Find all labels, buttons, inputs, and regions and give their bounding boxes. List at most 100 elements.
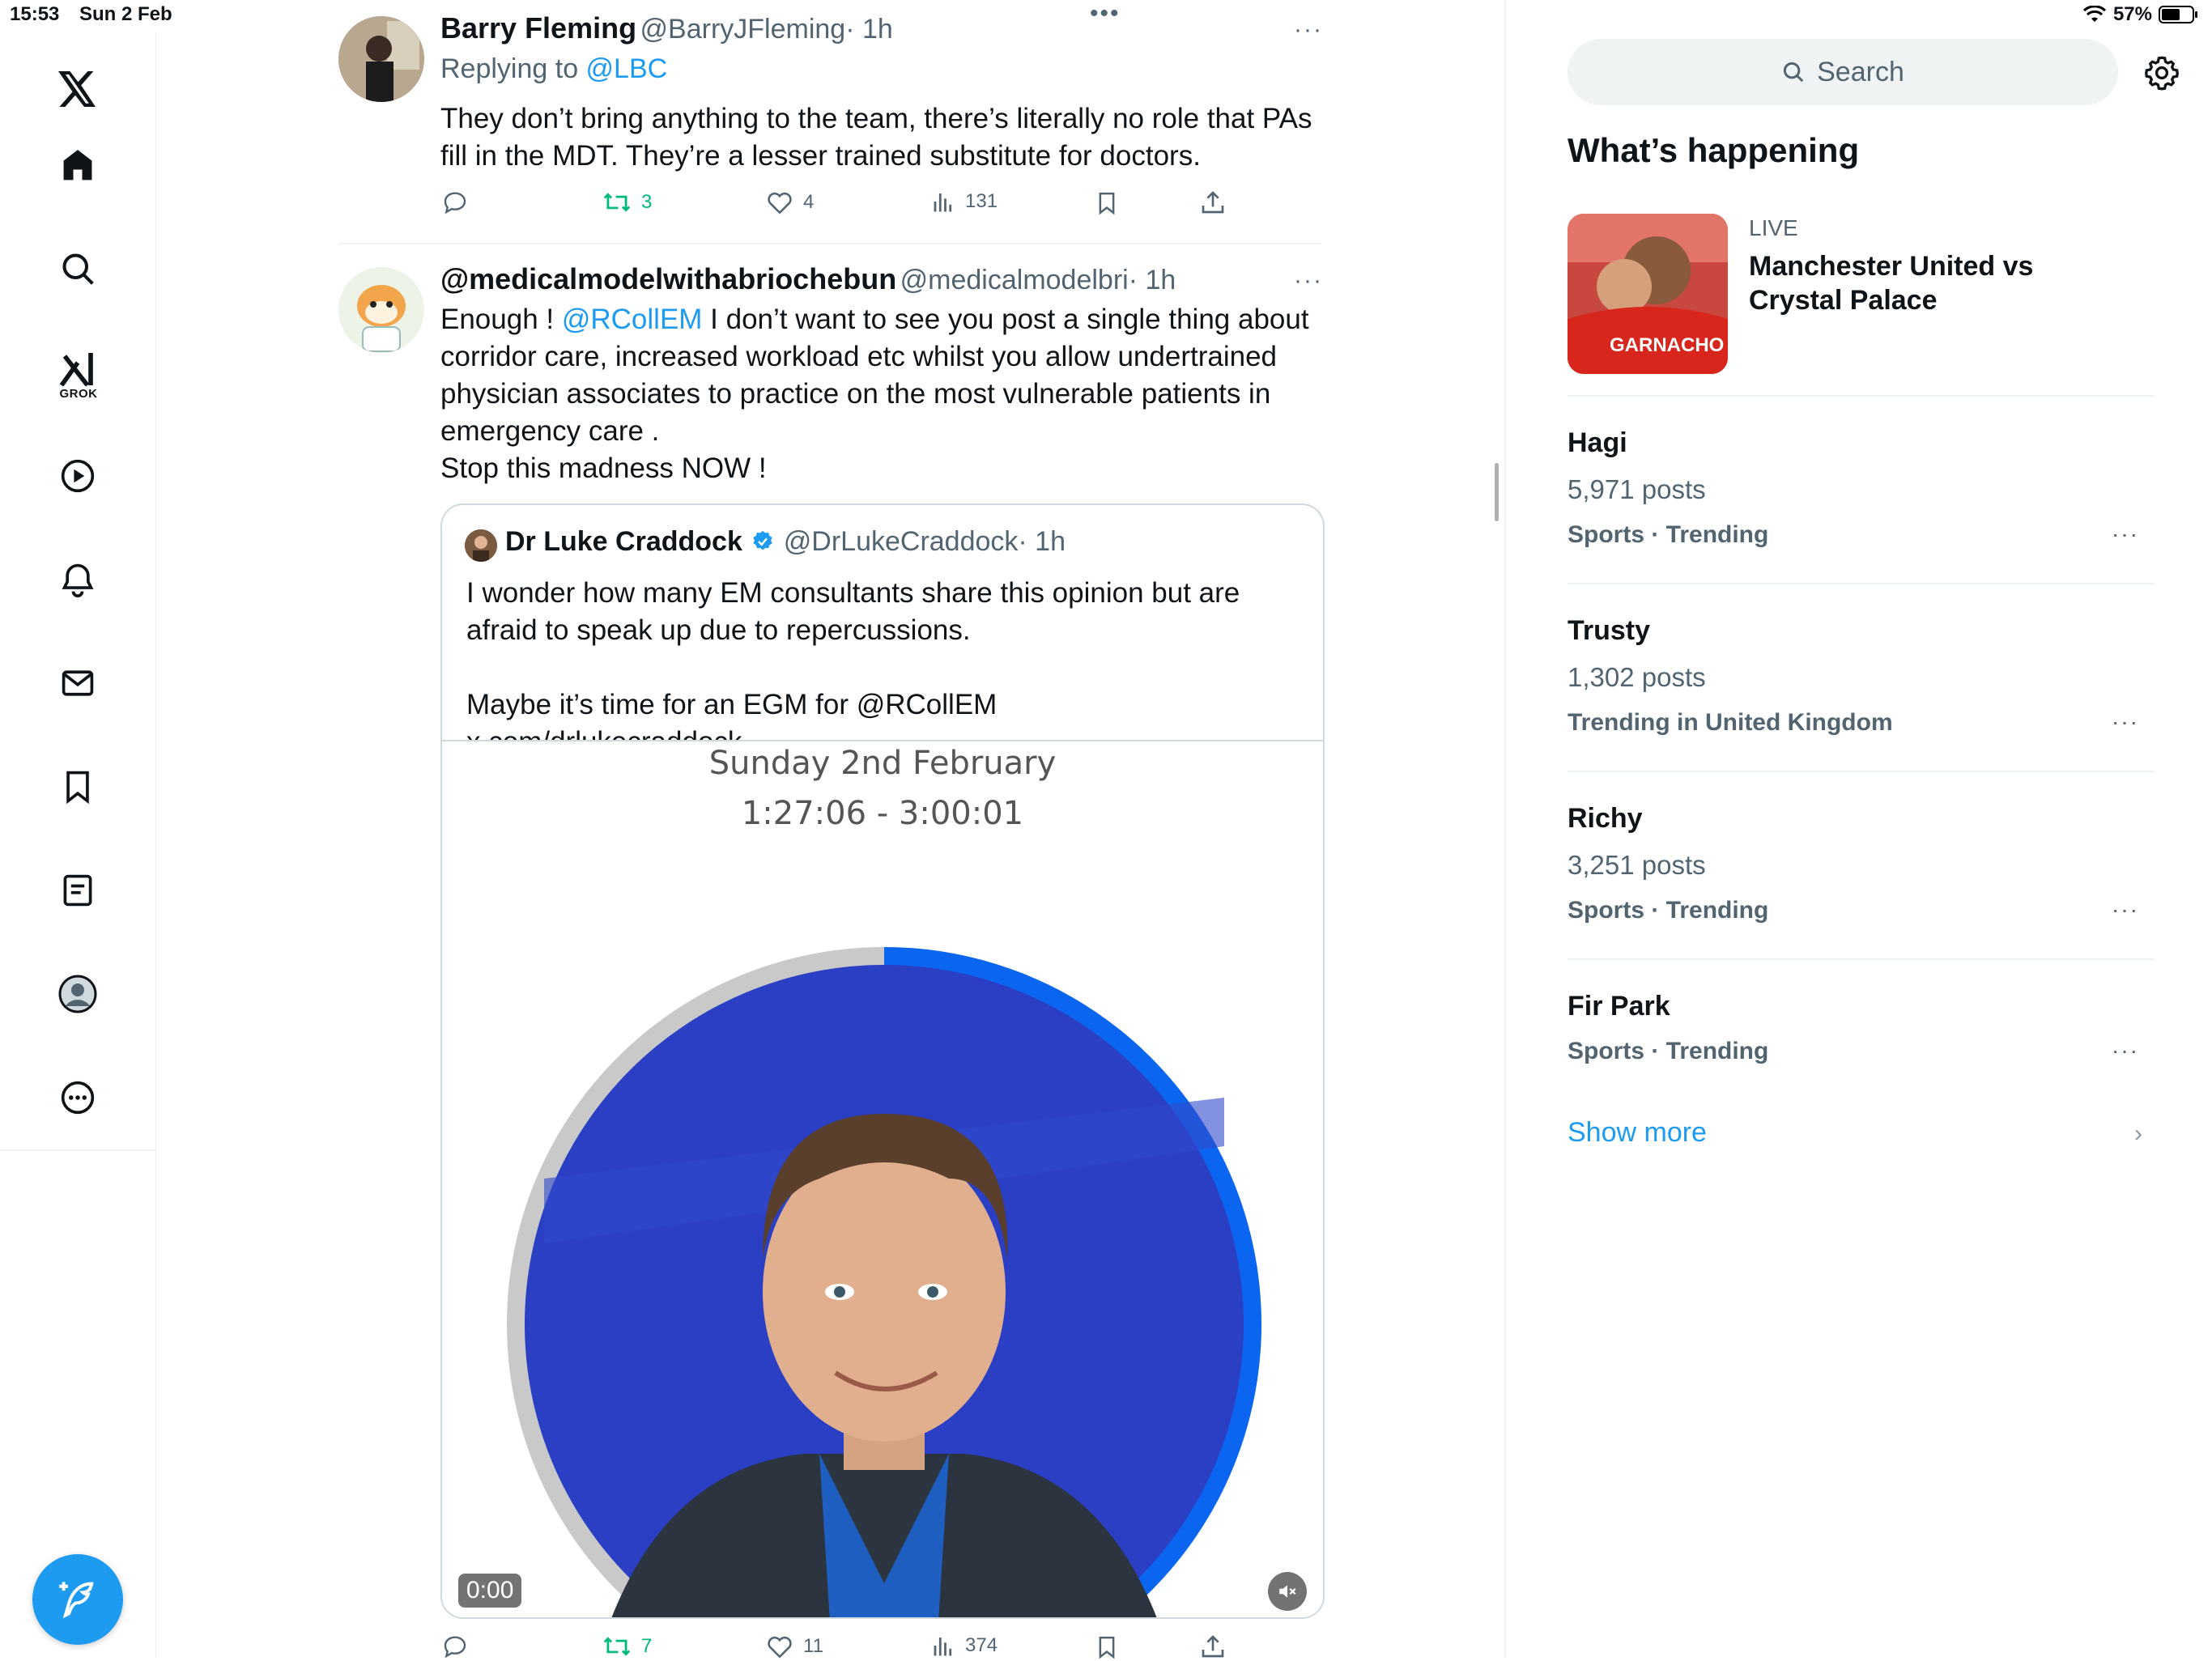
share-button[interactable] [1200,1633,1226,1659]
tweet-author-name[interactable]: @medicalmodelwithabriochebun [440,262,896,295]
live-event-image[interactable]: GARNACHO [1568,214,1728,374]
tweet-author-handle[interactable]: @BarryJFleming [640,14,846,45]
quote-text-paragraph-1: I wonder how many EM consultants share t… [466,577,1240,646]
messages-envelope-icon[interactable] [58,664,97,703]
trend-divider [1568,771,2154,772]
home-icon[interactable] [58,146,97,185]
trend-more-icon[interactable]: ··· [2112,709,2139,735]
left-nav: GROK [0,32,156,1658]
quote-header: Dr Luke Craddock @DrLukeCraddock· 1h [505,526,1066,558]
views-count: 374 [965,1634,998,1656]
tweet-more-icon[interactable]: ··· [1294,267,1323,295]
replying-to: Replying to @LBC [440,53,667,85]
views-count: 131 [965,190,998,212]
chevron-right-icon: › [2134,1120,2142,1147]
tweet-avatar[interactable] [338,16,424,102]
trend-name: Trusty [1568,615,1651,646]
trend-category: Sports · Trending [1568,1038,1769,1064]
gear-icon [2145,56,2179,91]
trend-divider [1568,583,2154,584]
quote-author-handle: @DrLukeCraddock [783,526,1019,557]
tweet-header: Barry Fleming @BarryJFleming· 1h [440,11,893,45]
bookmark-button[interactable] [1095,1633,1119,1661]
mute-button[interactable] [1268,1572,1307,1611]
retweet-button[interactable]: 7 [602,1633,652,1659]
search-icon[interactable] [58,249,97,288]
trend-name: Hagi [1568,427,1627,458]
quoted-tweet[interactable]: Dr Luke Craddock @DrLukeCraddock· 1h I w… [440,503,1325,1619]
tweet-divider [338,243,1321,244]
tweet-text: Enough ! @RCollEM I don’t want to see yo… [440,301,1323,487]
tweet-author-name[interactable]: Barry Fleming [440,11,636,45]
whats-happening-title: What’s happening [1568,131,1860,169]
reply-icon [444,192,466,215]
tweet-avatar[interactable] [338,267,424,353]
tweet-time: · 1h [845,14,893,45]
bookmark-icon [1099,192,1115,215]
compose-post-button[interactable] [32,1554,123,1645]
bookmarks-icon[interactable] [58,767,97,806]
notifications-bell-icon[interactable] [58,560,97,599]
share-button[interactable] [1200,189,1226,215]
quote-time: · 1h [1018,526,1066,557]
replying-to-mention[interactable]: @LBC [586,53,668,84]
trend-name: Fir Park [1568,991,1670,1022]
tweet-time: · 1h [1128,265,1176,295]
retweet-count: 3 [641,191,653,213]
like-button[interactable]: 4 [766,189,814,215]
tweet-text: They don’t bring anything to the team, t… [440,103,1312,172]
views-chart-icon [934,193,952,212]
trend-divider [1568,958,2154,960]
video-thumbnail [507,947,1261,1617]
retweet-button[interactable]: 3 [602,189,652,215]
quote-author-name: Dr Luke Craddock [505,526,742,557]
tweet-mention[interactable]: @RCollEM [562,304,703,335]
trend-category: Sports · Trending [1568,897,1769,924]
video-date-label: Sunday 2nd February [708,745,1057,782]
more-options-icon[interactable] [58,1078,97,1117]
search-box[interactable]: Search [1568,39,2118,105]
status-right: 57% [2082,3,2199,26]
replying-to-label: Replying to [440,53,586,84]
search-placeholder: Search [1817,56,1904,87]
reply-button[interactable] [442,1633,468,1659]
video-player[interactable]: Sunday 2nd February 1:27:06 - 3:00:01 0:… [442,740,1323,1617]
trend-category: Sports · Trending [1568,521,1769,548]
views-button[interactable]: 374 [931,1633,998,1658]
scrollbar[interactable] [1495,463,1499,521]
heart-icon [768,1636,792,1659]
tweet-more-icon[interactable]: ··· [1294,16,1323,44]
share-icon [1202,191,1224,214]
trend-more-icon[interactable]: ··· [2112,1038,2139,1064]
tweet-author-handle[interactable]: @medicalmodelbri [900,265,1129,295]
show-more-link[interactable]: Show more [1568,1117,1707,1149]
grok-icon[interactable] [58,348,97,387]
wifi-icon [2082,6,2106,22]
views-button[interactable]: 131 [931,189,998,214]
x-logo-icon[interactable] [58,70,97,108]
reply-icon [444,1636,466,1659]
tweet-text-intro: Enough ! [440,304,562,335]
trend-more-icon[interactable]: ··· [2112,897,2139,923]
trend-count: 5,971 posts [1568,474,1706,504]
profile-avatar-icon[interactable] [58,975,97,1013]
trend-count: 1,302 posts [1568,662,1706,692]
like-count: 11 [803,1635,823,1657]
retweet-icon [603,1637,631,1656]
heart-icon [768,192,792,215]
video-play-icon[interactable] [58,457,97,495]
bookmark-button[interactable] [1095,189,1119,217]
live-label: LIVE [1749,215,1798,240]
lists-icon[interactable] [58,871,97,910]
tweet-text-line2: Stop this madness NOW ! [440,452,767,484]
trend-more-icon[interactable]: ··· [2112,521,2139,547]
status-time: 15:53 [10,3,60,25]
live-event-title[interactable]: Manchester United vs Crystal Palace [1749,249,2105,317]
battery-icon [2159,6,2197,23]
reply-button[interactable] [442,189,468,215]
thread-more-icon[interactable]: ••• [1090,0,1121,28]
settings-button[interactable] [2144,55,2180,91]
quote-text: I wonder how many EM consultants share t… [466,575,1284,761]
like-button[interactable]: 11 [766,1633,823,1659]
grok-label: GROK [59,387,98,401]
